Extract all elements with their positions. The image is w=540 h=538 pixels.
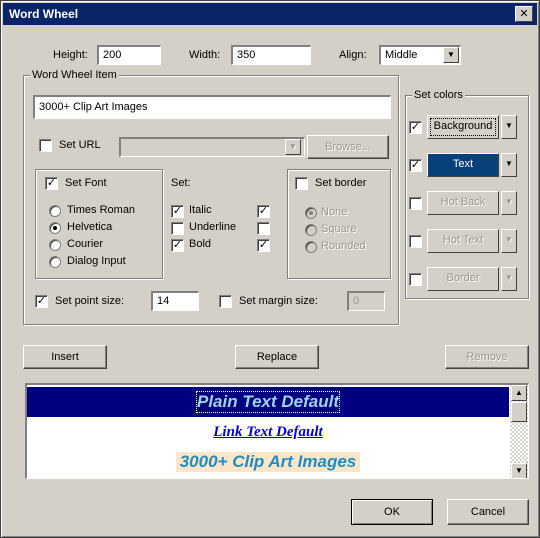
set-border-checkbox[interactable] (295, 177, 308, 190)
color-button-label: Text (452, 158, 474, 170)
preview-row-link[interactable]: Link Text Default (27, 417, 509, 447)
set-url-label: Set URL (59, 139, 101, 151)
background-color-dropdown[interactable]: ▼ (501, 115, 517, 139)
chevron-down-icon: ▼ (505, 121, 513, 130)
item-text-input[interactable]: 3000+ Clip Art Images (33, 95, 391, 119)
align-dropdown-button[interactable]: ▼ (443, 47, 459, 63)
chevron-down-icon: ▼ (505, 235, 513, 244)
remove-button[interactable]: Remove (445, 345, 529, 369)
set-margin-size-checkbox[interactable] (219, 295, 232, 308)
scroll-up-button[interactable]: ▲ (511, 385, 527, 401)
width-input[interactable]: 350 (231, 45, 311, 65)
url-input[interactable] (119, 137, 305, 157)
close-button[interactable]: ✕ (515, 6, 533, 22)
border-color-checkbox[interactable] (409, 273, 422, 286)
close-icon: ✕ (519, 8, 529, 20)
hot-back-color-dropdown[interactable]: ▼ (501, 191, 517, 215)
text-color-dropdown[interactable]: ▼ (501, 153, 517, 177)
color-button-label: Border (446, 272, 480, 284)
height-label: Height: (53, 49, 88, 61)
scroll-down-button[interactable]: ▼ (511, 463, 527, 478)
border-color-dropdown[interactable]: ▼ (501, 267, 517, 291)
color-button-label: Background (433, 120, 493, 132)
chevron-down-icon: ▼ (515, 466, 523, 475)
border-radio-rounded[interactable] (305, 241, 317, 253)
color-button-label: Hot Text (442, 234, 484, 246)
preview-row-item[interactable]: 3000+ Clip Art Images (27, 447, 509, 477)
chevron-down-icon: ▼ (447, 50, 455, 59)
browse-button[interactable]: Browse... (307, 135, 389, 159)
background-color-button[interactable]: Background (427, 115, 499, 139)
preview-text-item: 3000+ Clip Art Images (175, 452, 361, 472)
hot-text-color-dropdown[interactable]: ▼ (501, 229, 517, 253)
preview-row-plain[interactable]: Plain Text Default (27, 387, 509, 417)
hot-back-color-checkbox[interactable] (409, 197, 422, 210)
font-radio-times-roman[interactable] (49, 205, 61, 217)
border-option-label: None (321, 206, 348, 218)
text-color-checkbox[interactable]: ✓ (409, 159, 422, 172)
word-wheel-item-title: Word Wheel Item (30, 69, 119, 81)
set-url-checkbox[interactable] (39, 139, 52, 152)
preview-scrollbar[interactable]: ▲ ▼ (510, 385, 528, 478)
preview-text-plain: Plain Text Default (195, 391, 341, 413)
style-label: Underline (189, 221, 237, 233)
underline-checkbox[interactable] (171, 222, 184, 235)
font-option-label: Courier (67, 238, 104, 250)
chevron-down-icon: ▼ (289, 142, 297, 151)
set-font-label: Set Font (65, 177, 107, 189)
font-radio-dialog-input[interactable] (49, 256, 61, 268)
word-wheel-dialog: Word Wheel ✕ Height: 200 Width: 350 Alig… (0, 0, 540, 538)
bold-set-checkbox[interactable]: ✓ (257, 239, 270, 252)
set-border-label: Set border (315, 177, 367, 189)
point-size-input[interactable]: 14 (151, 291, 199, 311)
title-bar[interactable]: Word Wheel ✕ (3, 3, 537, 25)
font-option-label: Dialog Input (67, 255, 126, 267)
border-option-label: Square (321, 223, 357, 235)
hot-text-color-button[interactable]: Hot Text (427, 229, 499, 253)
url-dropdown-button[interactable]: ▼ (285, 139, 301, 155)
font-radio-helvetica[interactable] (49, 222, 61, 234)
align-value: Middle (385, 49, 418, 61)
border-color-button[interactable]: Border (427, 267, 499, 291)
font-radio-courier[interactable] (49, 239, 61, 251)
word-wheel-preview[interactable]: Plain Text Default Link Text Default 300… (25, 383, 529, 479)
chevron-down-icon: ▼ (505, 273, 513, 282)
window-title: Word Wheel (9, 7, 79, 21)
chevron-down-icon: ▼ (505, 197, 513, 206)
replace-button[interactable]: Replace (235, 345, 319, 369)
font-option-label: Times Roman (67, 204, 136, 216)
color-button-label: Hot Back (440, 196, 486, 208)
background-color-checkbox[interactable]: ✓ (409, 121, 422, 134)
preview-text-link: Link Text Default (213, 424, 323, 440)
align-label: Align: (339, 49, 367, 61)
margin-size-label: Set margin size: (239, 295, 318, 307)
border-option-label: Rounded (321, 240, 366, 252)
set-point-size-checkbox[interactable]: ✓ (35, 295, 48, 308)
text-color-button[interactable]: Text (427, 153, 499, 177)
point-size-label: Set point size: (55, 295, 125, 307)
chevron-down-icon: ▼ (505, 159, 513, 168)
border-radio-none[interactable] (305, 207, 317, 219)
bold-checkbox[interactable]: ✓ (171, 239, 184, 252)
height-input[interactable]: 200 (97, 45, 161, 65)
font-option-label: Helvetica (67, 221, 113, 233)
chevron-up-icon: ▲ (515, 388, 523, 397)
set-font-checkbox[interactable]: ✓ (45, 177, 58, 190)
margin-size-input[interactable]: 0 (347, 291, 385, 311)
insert-button[interactable]: Insert (23, 345, 107, 369)
width-label: Width: (189, 49, 221, 61)
italic-set-checkbox[interactable]: ✓ (257, 205, 270, 218)
set-colors-title: Set colors (412, 89, 465, 101)
underline-set-checkbox[interactable] (257, 222, 270, 235)
scroll-thumb[interactable] (511, 402, 527, 422)
hot-back-color-button[interactable]: Hot Back (427, 191, 499, 215)
hot-text-color-checkbox[interactable] (409, 235, 422, 248)
style-label: Italic (189, 204, 212, 216)
border-radio-square[interactable] (305, 224, 317, 236)
cancel-button[interactable]: Cancel (447, 499, 529, 525)
ok-button[interactable]: OK (351, 499, 433, 525)
italic-checkbox[interactable]: ✓ (171, 205, 184, 218)
style-set-label: Set: (171, 177, 191, 189)
style-label: Bold (189, 238, 212, 250)
